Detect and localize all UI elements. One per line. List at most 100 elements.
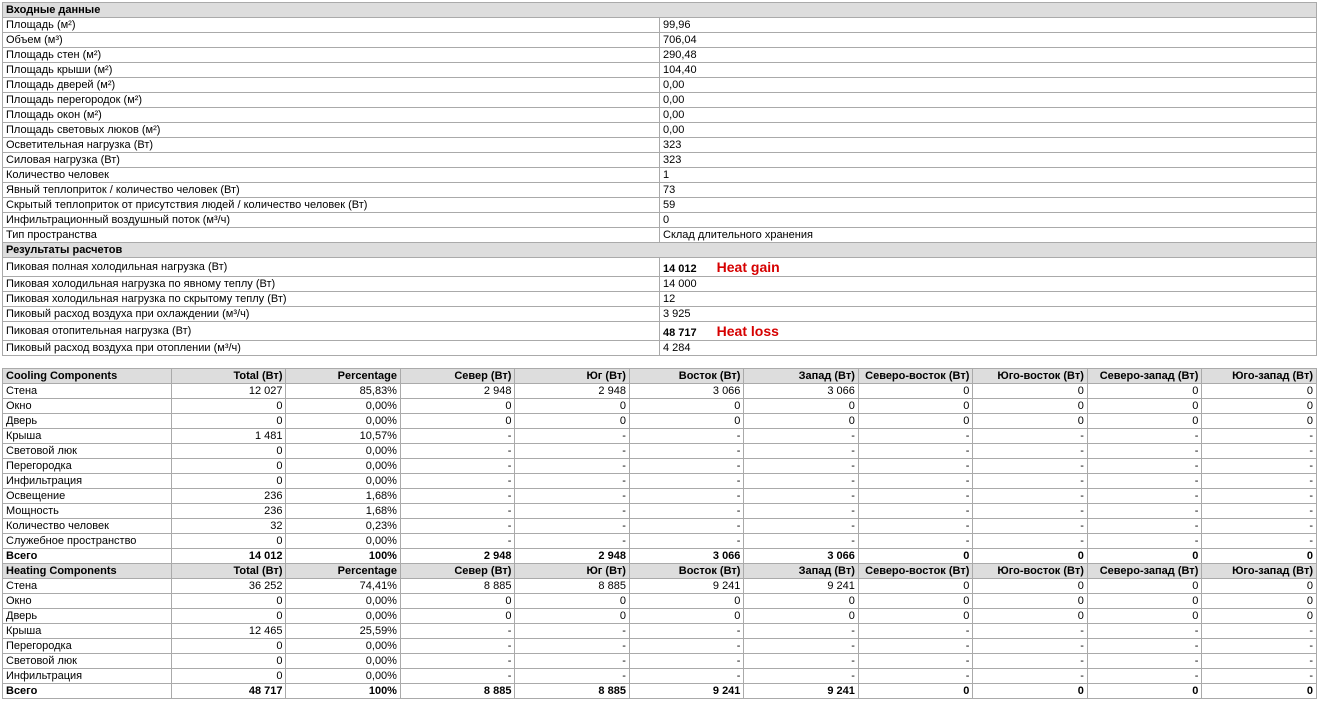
kv-label: Тип пространства	[3, 228, 660, 243]
grid-cell: 0	[973, 579, 1087, 594]
grid-cell: 0,00%	[286, 459, 400, 474]
grid-cell: -	[858, 669, 972, 684]
grid-cell: -	[858, 429, 972, 444]
grid-cell: -	[858, 504, 972, 519]
grid-cell: 0	[858, 399, 972, 414]
grid-cell: -	[400, 444, 514, 459]
grid-cell: -	[1202, 459, 1317, 474]
grid-cell: -	[858, 519, 972, 534]
grid-row-label: Количество человек	[3, 519, 172, 534]
grid-cell: -	[515, 519, 629, 534]
grid-cell: 85,83%	[286, 384, 400, 399]
grid-cell: 0	[400, 594, 514, 609]
kv-value: 0,00	[660, 78, 1317, 93]
grid-header-cell: Запад (Вт)	[744, 564, 858, 579]
grid-cell: -	[1202, 444, 1317, 459]
grid-row-label: Мощность	[3, 504, 172, 519]
grid-header-cell: Северо-запад (Вт)	[1087, 369, 1201, 384]
grid-totals-cell: 0	[1087, 684, 1201, 699]
grid-cell: 36 252	[172, 579, 286, 594]
grid-cell: -	[744, 534, 858, 549]
grid-row: Количество человек320,23%--------	[3, 519, 1317, 534]
kv-row: Площадь стен (м²)290,48	[3, 48, 1317, 63]
kv-row: Объем (м³)706,04	[3, 33, 1317, 48]
grid-cell: -	[744, 654, 858, 669]
grid-cell: 0,00%	[286, 444, 400, 459]
grid-cell: 0	[172, 609, 286, 624]
grid-totals-cell: 100%	[286, 549, 400, 564]
grid-totals-cell: 48 717	[172, 684, 286, 699]
grid-cell: 8 885	[400, 579, 514, 594]
kv-value: 4 284	[660, 341, 1317, 356]
grid-cell: 0	[858, 384, 972, 399]
grid-cell: 1,68%	[286, 489, 400, 504]
grid-cell: -	[1202, 474, 1317, 489]
grid-row: Крыша1 48110,57%--------	[3, 429, 1317, 444]
kv-label: Пиковый расход воздуха при охлаждении (м…	[3, 307, 660, 322]
kv-label: Инфильтрационный воздушный поток (м³/ч)	[3, 213, 660, 228]
grid-header-cell: Total (Вт)	[172, 564, 286, 579]
grid-cell: -	[1087, 489, 1201, 504]
kv-label: Пиковая отопительная нагрузка (Вт)	[3, 322, 660, 341]
grid-cell: -	[400, 669, 514, 684]
grid-totals-row: Всего48 717100%8 8858 8859 2419 2410000	[3, 684, 1317, 699]
grid-row-label: Служебное пространство	[3, 534, 172, 549]
grid-header-cell: Юг (Вт)	[515, 369, 629, 384]
kv-value: 0,00	[660, 123, 1317, 138]
grid-cell: 0	[858, 414, 972, 429]
grid-cell: 0	[172, 654, 286, 669]
grid-cell: 236	[172, 504, 286, 519]
grid-cell: -	[629, 669, 743, 684]
grid-totals-label: Всего	[3, 549, 172, 564]
grid-header-cell: Север (Вт)	[400, 369, 514, 384]
grid-totals-cell: 9 241	[744, 684, 858, 699]
kv-label: Пиковая холодильная нагрузка по явному т…	[3, 277, 660, 292]
grid-cell: -	[858, 459, 972, 474]
grid-totals-cell: 3 066	[744, 549, 858, 564]
grid-totals-cell: 0	[858, 684, 972, 699]
grid-cell: -	[1087, 534, 1201, 549]
grid-header-cell: Северо-восток (Вт)	[858, 564, 972, 579]
grid-totals-cell: 0	[973, 549, 1087, 564]
kv-row: Пиковая холодильная нагрузка по скрытому…	[3, 292, 1317, 307]
kv-label: Силовая нагрузка (Вт)	[3, 153, 660, 168]
grid-cell: 0	[1087, 594, 1201, 609]
results-header: Результаты расчетов	[3, 243, 1317, 258]
grid-header-row: Heating ComponentsTotal (Вт)PercentageСе…	[3, 564, 1317, 579]
grid-cell: 0	[172, 594, 286, 609]
grid-cell: -	[629, 534, 743, 549]
grid-cell: -	[515, 474, 629, 489]
kv-row: Пиковая полная холодильная нагрузка (Вт)…	[3, 258, 1317, 277]
grid-cell: -	[400, 504, 514, 519]
grid-totals-cell: 8 885	[515, 684, 629, 699]
grid-cell: -	[1087, 504, 1201, 519]
kv-row: Площадь окон (м²)0,00	[3, 108, 1317, 123]
grid-cell: -	[400, 534, 514, 549]
grid-cell: -	[400, 519, 514, 534]
grid-cell: 0	[1087, 414, 1201, 429]
grid-cell: 8 885	[515, 579, 629, 594]
kv-value: 73	[660, 183, 1317, 198]
kv-label: Скрытый теплоприток от присутствия людей…	[3, 198, 660, 213]
grid-row-label: Стена	[3, 384, 172, 399]
kv-row: Площадь (м²)99,96	[3, 18, 1317, 33]
grid-cell: -	[1202, 429, 1317, 444]
grid-cell: -	[515, 459, 629, 474]
grid-cell: -	[515, 534, 629, 549]
grid-totals-cell: 9 241	[629, 684, 743, 699]
kv-label: Площадь перегородок (м²)	[3, 93, 660, 108]
grid-header-cell: Северо-запад (Вт)	[1087, 564, 1201, 579]
grid-cell: -	[629, 489, 743, 504]
grid-row-label: Крыша	[3, 624, 172, 639]
grid-row-label: Окно	[3, 399, 172, 414]
grid-header-cell: Восток (Вт)	[629, 564, 743, 579]
kv-row: Осветительная нагрузка (Вт)323	[3, 138, 1317, 153]
grid-totals-cell: 0	[973, 684, 1087, 699]
grid-totals-cell: 14 012	[172, 549, 286, 564]
grid-cell: -	[1087, 459, 1201, 474]
grid-cell: -	[515, 639, 629, 654]
grid-row-label: Дверь	[3, 609, 172, 624]
kv-value: 290,48	[660, 48, 1317, 63]
grid-cell: -	[400, 489, 514, 504]
grid-cell: -	[744, 639, 858, 654]
